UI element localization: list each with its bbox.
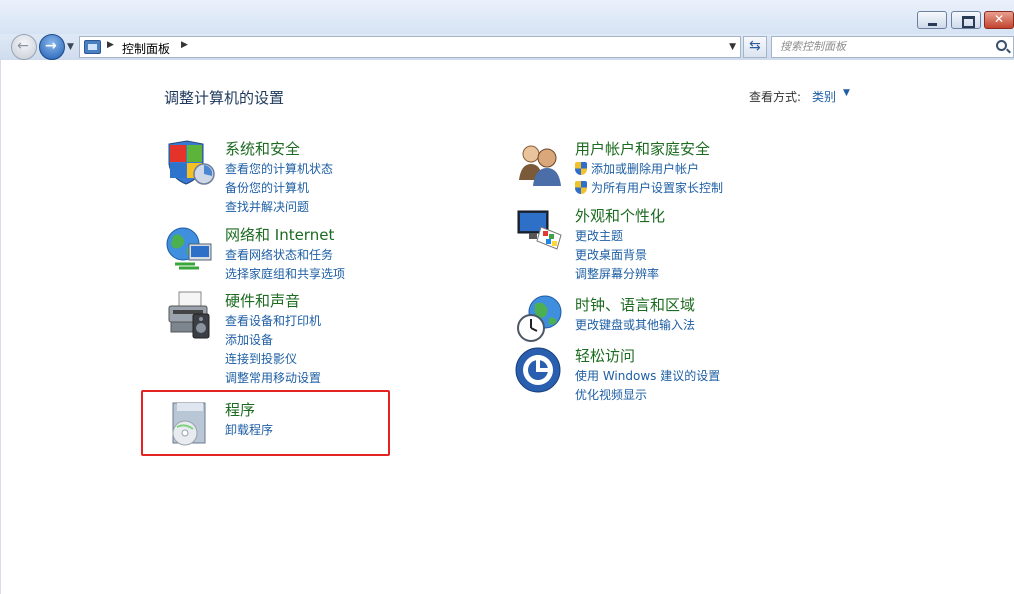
ease-of-access-icon[interactable] (515, 345, 565, 395)
link-connect-projector[interactable]: 连接到投影仪 (225, 349, 321, 368)
category-title[interactable]: 时钟、语言和区域 (575, 294, 695, 315)
close-button[interactable] (984, 11, 1014, 29)
link-homegroup-sharing[interactable]: 选择家庭组和共享选项 (225, 264, 345, 283)
category-title[interactable]: 系统和安全 (225, 138, 300, 159)
minimize-button[interactable] (917, 11, 947, 29)
printer-speaker-icon[interactable] (165, 290, 215, 340)
breadcrumb-control-panel[interactable]: 控制面板 (122, 40, 170, 57)
link-label: 为所有用户设置家长控制 (591, 181, 724, 195)
link-view-computer-status[interactable]: 查看您的计算机状态 (225, 159, 333, 178)
link-change-keyboard[interactable]: 更改键盘或其他输入法 (575, 315, 695, 334)
category-title[interactable]: 硬件和声音 (225, 290, 300, 311)
category-title[interactable]: 外观和个性化 (575, 205, 665, 226)
link-devices-printers[interactable]: 查看设备和打印机 (225, 311, 321, 330)
page-title: 调整计算机的设置 (164, 89, 285, 107)
category-title[interactable]: 轻松访问 (575, 345, 635, 366)
link-optimize-display[interactable]: 优化视频显示 (575, 385, 720, 404)
uac-shield-icon (575, 162, 587, 175)
link-mobility-settings[interactable]: 调整常用移动设置 (225, 368, 321, 387)
users-icon[interactable] (515, 138, 565, 188)
link-parental-controls[interactable]: 为所有用户设置家长控制 (575, 178, 723, 197)
search-box[interactable] (771, 36, 1014, 58)
search-icon[interactable] (996, 40, 1007, 51)
recent-pages-dropdown-icon[interactable]: ▼ (67, 42, 74, 52)
link-screen-resolution[interactable]: 调整屏幕分辨率 (575, 264, 659, 283)
link-label: 添加或删除用户帐户 (591, 162, 700, 176)
window-titlebar (0, 0, 1014, 34)
link-view-network-status[interactable]: 查看网络状态和任务 (225, 245, 345, 264)
search-input[interactable] (780, 40, 980, 53)
view-by-chevron-down-icon[interactable]: ▼ (843, 88, 850, 98)
refresh-button[interactable] (743, 36, 767, 58)
link-add-remove-accounts[interactable]: 添加或删除用户帐户 (575, 159, 723, 178)
network-globe-icon[interactable] (165, 224, 215, 274)
category-title[interactable]: 用户帐户和家庭安全 (575, 138, 710, 159)
navigation-bar: ▼ ▶ 控制面板 ▶ ▼ (0, 34, 1014, 60)
link-change-background[interactable]: 更改桌面背景 (575, 245, 659, 264)
link-windows-recommended-settings[interactable]: 使用 Windows 建议的设置 (575, 366, 720, 385)
address-bar[interactable]: ▶ 控制面板 ▶ ▼ (79, 36, 741, 58)
link-find-fix-problems[interactable]: 查找并解决问题 (225, 197, 333, 216)
maximize-button[interactable] (951, 11, 981, 29)
clock-globe-icon[interactable] (515, 294, 565, 344)
address-dropdown-icon[interactable]: ▼ (729, 42, 736, 52)
breadcrumb-chevron-icon[interactable]: ▶ (181, 40, 188, 50)
link-change-theme[interactable]: 更改主题 (575, 226, 659, 245)
view-by-dropdown[interactable]: 类别 (812, 88, 836, 105)
uac-shield-icon (575, 181, 587, 194)
content-area: 调整计算机的设置 查看方式: 类别 ▼ 系统和安全 查看您的计算机状态 备份您的… (0, 60, 1014, 594)
category-title[interactable]: 网络和 Internet (225, 224, 334, 245)
system-security-shield-icon[interactable] (165, 138, 215, 188)
highlight-box (141, 390, 390, 456)
link-add-device[interactable]: 添加设备 (225, 330, 321, 349)
breadcrumb-chevron-icon[interactable]: ▶ (107, 40, 114, 50)
forward-button[interactable] (39, 34, 65, 60)
monitor-palette-icon[interactable] (515, 205, 565, 255)
link-backup-computer[interactable]: 备份您的计算机 (225, 178, 333, 197)
control-panel-icon (84, 40, 101, 54)
view-by-label: 查看方式: (749, 90, 802, 104)
back-button[interactable] (11, 34, 37, 60)
